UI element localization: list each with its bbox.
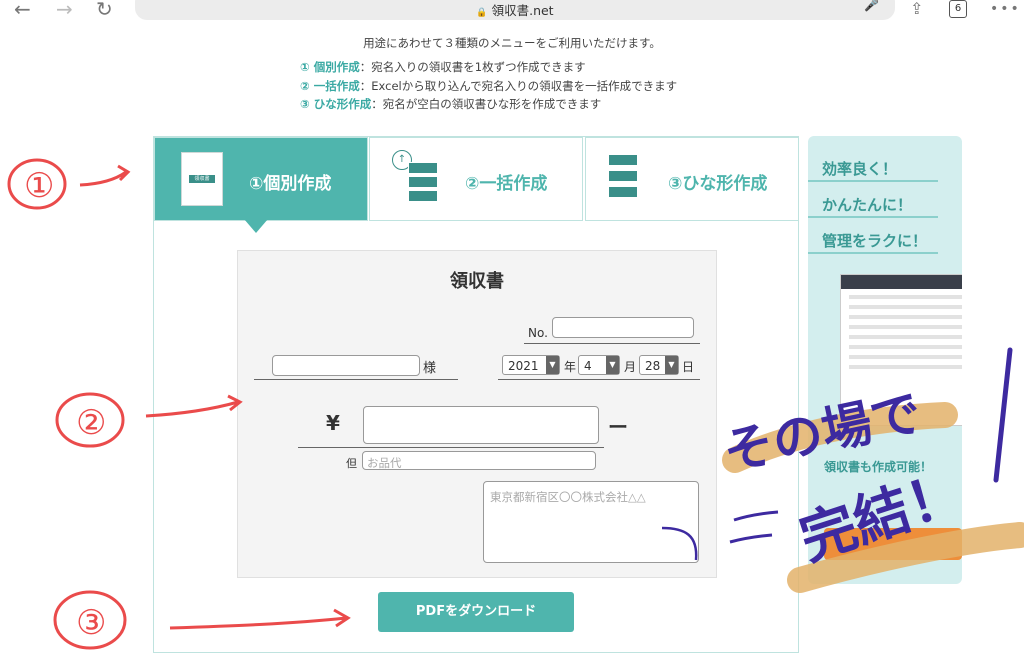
banner-rule bbox=[808, 252, 938, 254]
back-icon[interactable]: ← bbox=[14, 0, 31, 20]
receipt-creator-card: 領収書 ①個別作成 ↑ ②一括作成 ③ひな形作成 領収書 No. 様 2021 ▼ bbox=[153, 136, 799, 653]
yen-label: ¥ bbox=[326, 411, 340, 435]
chevron-down-icon: ▼ bbox=[546, 356, 559, 374]
chevron-down-icon: ▼ bbox=[665, 356, 678, 374]
address-bar[interactable]: 🔒 領収書.net 🎤 bbox=[135, 0, 895, 20]
more-icon[interactable]: ••• bbox=[990, 0, 1021, 20]
year-select[interactable]: 2021 ▼ bbox=[502, 355, 560, 375]
annotation-mark-1-text: ① bbox=[24, 166, 54, 206]
intro-heading: 用途にあわせて３種類のメニューをご利用いただけます。 bbox=[363, 36, 661, 50]
annotation-mark-2-text: ② bbox=[76, 403, 106, 443]
banner-rule bbox=[808, 180, 938, 182]
tab-template[interactable]: ③ひな形作成 bbox=[585, 137, 799, 221]
chevron-down-icon: ▼ bbox=[606, 356, 619, 374]
dash-label: ー bbox=[608, 415, 628, 439]
active-tab-pointer bbox=[244, 219, 268, 233]
microphone-icon[interactable]: 🎤 bbox=[864, 0, 879, 12]
annotation-mark-1 bbox=[7, 158, 131, 210]
banner-line-2: かんたんに！ bbox=[822, 196, 913, 214]
tab-bulk-label: ②一括作成 bbox=[465, 174, 548, 194]
date-underline bbox=[498, 379, 700, 380]
receipt-form: 領収書 No. 様 2021 ▼ 年 4 ▼ 月 28 ▼ 日 ¥ ー 但 お品代 東… bbox=[237, 250, 717, 578]
sama-label: 様 bbox=[423, 361, 437, 376]
browser-toolbar: ← → ↻ 🔒 領収書.net 🎤 ⇪ 6 ••• bbox=[0, 0, 1024, 22]
banner-subtext: 領収書も作成可能！ bbox=[824, 460, 933, 474]
month-label: 月 bbox=[624, 360, 637, 374]
tab-template-label: ③ひな形作成 bbox=[668, 174, 768, 194]
banner-line-1: 効率良く！ bbox=[822, 160, 898, 178]
amount-underline bbox=[298, 447, 604, 448]
tadashi-label: 但 bbox=[346, 457, 357, 470]
banner-line-3: 管理をラクに！ bbox=[822, 232, 928, 250]
url-text: 領収書.net bbox=[491, 3, 554, 18]
app-screenshot-image bbox=[840, 274, 962, 426]
pdf-download-button[interactable]: PDFをダウンロード bbox=[378, 592, 574, 632]
purple-stroke bbox=[993, 347, 1013, 483]
banner-cta-button[interactable] bbox=[824, 528, 962, 560]
side-banner-ad[interactable]: 効率良く！ かんたんに！ 管理をラクに！ 領収書も作成可能！ bbox=[808, 136, 962, 584]
recipient-name-input[interactable] bbox=[272, 355, 420, 376]
menu-line-bulk: ② 一括作成：Excelから取り込んで宛名入りの領収書を一括作成できます bbox=[300, 79, 678, 93]
lock-icon: 🔒 bbox=[476, 8, 488, 18]
tab-individual-label: ①個別作成 bbox=[249, 174, 332, 194]
menu-line-individual: ① 個別作成：宛名入りの領収書を1枚ずつ作成できます bbox=[300, 60, 586, 74]
share-icon[interactable]: ⇪ bbox=[910, 0, 923, 20]
tab-count-button[interactable]: 6 bbox=[949, 0, 967, 18]
description-input[interactable]: お品代 bbox=[362, 451, 596, 470]
forward-icon[interactable]: → bbox=[56, 0, 73, 20]
amount-input[interactable] bbox=[363, 406, 599, 444]
no-underline bbox=[524, 343, 700, 344]
receipt-title: 領収書 bbox=[450, 271, 504, 292]
tab-bulk[interactable]: ↑ ②一括作成 bbox=[369, 137, 583, 221]
day-label: 日 bbox=[682, 360, 695, 374]
banner-rule bbox=[808, 216, 938, 218]
tab-individual[interactable]: 領収書 ①個別作成 bbox=[154, 137, 368, 221]
year-label: 年 bbox=[564, 360, 577, 374]
template-stack-icon bbox=[608, 152, 654, 208]
day-select[interactable]: 28 ▼ bbox=[639, 355, 679, 375]
menu-line-template: ③ ひな形作成：宛名が空白の領収書ひな形を作成できます bbox=[300, 97, 602, 111]
annotation-mark-3-text: ③ bbox=[76, 603, 106, 643]
no-label: No. bbox=[528, 326, 548, 340]
document-icon: 領収書 bbox=[181, 152, 223, 206]
receipt-number-input[interactable] bbox=[552, 317, 694, 338]
reload-icon[interactable]: ↻ bbox=[96, 0, 113, 20]
upload-stack-icon: ↑ bbox=[392, 150, 442, 208]
recipient-underline bbox=[254, 379, 458, 380]
issuer-textarea[interactable]: 東京都新宿区〇〇株式会社△△ bbox=[483, 481, 699, 563]
month-select[interactable]: 4 ▼ bbox=[578, 355, 620, 375]
